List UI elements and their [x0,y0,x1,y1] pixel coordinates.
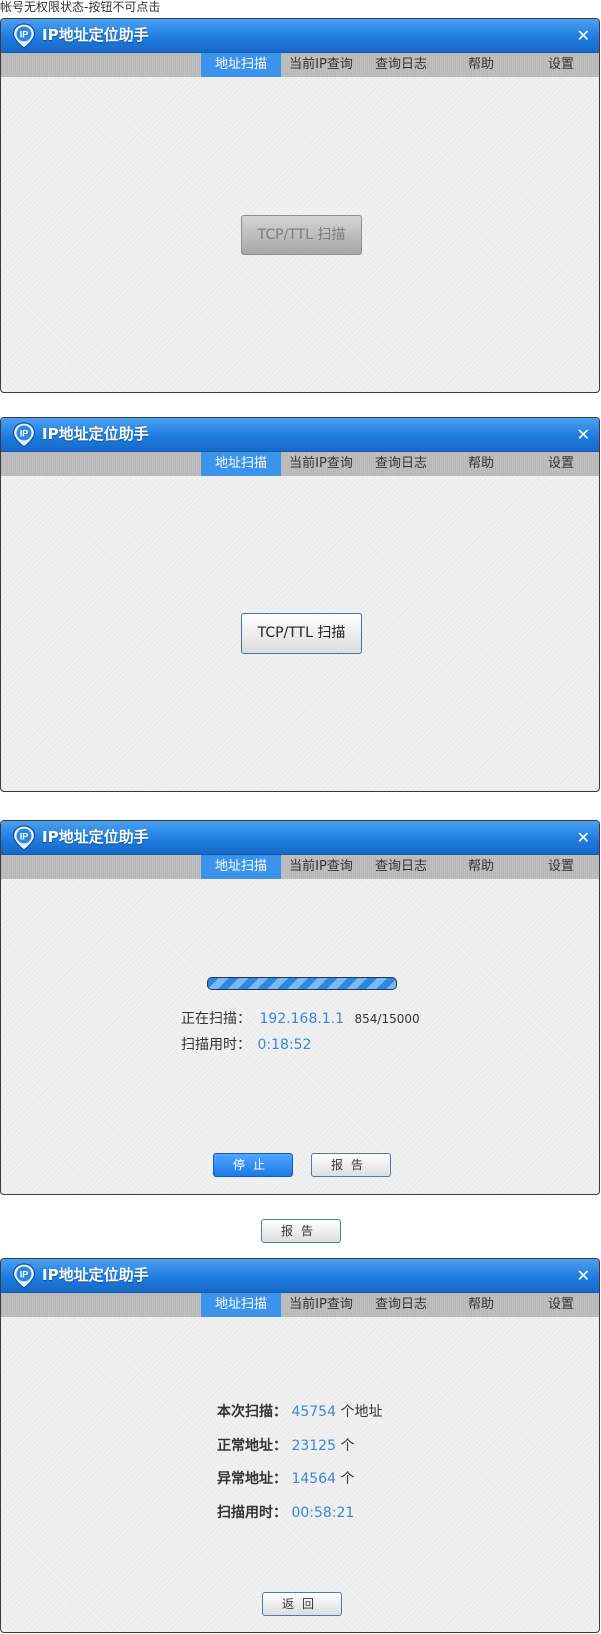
tab-settings[interactable]: 设置 [521,1293,599,1317]
logo-label: IP [20,1270,29,1280]
total-unit: 个地址 [340,1404,383,1420]
window-title: IP地址定位助手 [42,1266,149,1284]
title-bar[interactable]: IP IP地址定位助手 ✕ [1,1259,599,1293]
tab-help[interactable]: 帮助 [441,53,521,77]
tab-current-ip-query[interactable]: 当前IP查询 [281,1293,361,1317]
normal-label: 正常地址： [217,1438,287,1454]
tab-query-log[interactable]: 查询日志 [361,1293,441,1317]
report-elapsed-line: 扫描用时： 00:58:21 [217,1502,354,1522]
ip-pin-logo-icon: IP [12,1263,36,1289]
tab-address-scan[interactable]: 地址扫描 [201,1293,281,1317]
tab-query-log[interactable]: 查询日志 [361,452,441,476]
tab-help[interactable]: 帮助 [441,855,521,879]
tab-settings[interactable]: 设置 [521,452,599,476]
tab-settings[interactable]: 设置 [521,855,599,879]
tab-address-scan[interactable]: 地址扫描 [201,855,281,879]
ip-pin-logo-icon: IP [12,422,36,448]
app-window-scanning: IP IP地址定位助手 ✕ 地址扫描 当前IP查询 查询日志 帮助 设置 正在扫… [0,820,600,1195]
window-title: IP地址定位助手 [42,828,149,846]
tab-current-ip-query[interactable]: 当前IP查询 [281,53,361,77]
close-icon[interactable]: ✕ [577,1259,590,1292]
normal-value: 23125 [291,1438,336,1454]
report-elapsed-label: 扫描用时： [217,1505,287,1521]
scan-progress-bar [207,977,397,990]
window-title: IP地址定位助手 [42,26,149,44]
scan-progress-fill [208,978,396,989]
menu-bar: 地址扫描 当前IP查询 查询日志 帮助 设置 [1,53,599,77]
report-elapsed-value: 00:58:21 [291,1505,355,1521]
tab-help[interactable]: 帮助 [441,452,521,476]
scanning-ip: 192.168.1.1 [259,1011,345,1027]
close-icon[interactable]: ✕ [577,821,590,854]
stop-button[interactable]: 停止 [213,1153,293,1177]
page-caption: 帐号无权限状态-按钮不可点击 [0,0,161,14]
tab-address-scan[interactable]: 地址扫描 [201,452,281,476]
tab-current-ip-query[interactable]: 当前IP查询 [281,855,361,879]
title-bar[interactable]: IP IP地址定位助手 ✕ [1,19,599,53]
tab-settings[interactable]: 设置 [521,53,599,77]
close-icon[interactable]: ✕ [577,19,590,52]
elapsed-line: 扫描用时： 0:18:52 [181,1034,311,1054]
tcp-ttl-scan-button-disabled: TCP/TTL 扫描 [241,215,362,255]
tab-help[interactable]: 帮助 [441,1293,521,1317]
tab-address-scan[interactable]: 地址扫描 [201,53,281,77]
elapsed-value: 0:18:52 [257,1037,312,1053]
scanning-status-line: 正在扫描： 192.168.1.1 854/15000 [181,1008,420,1028]
app-window-disabled: IP IP地址定位助手 ✕ 地址扫描 当前IP查询 查询日志 帮助 设置 TCP… [0,18,600,393]
elapsed-label: 扫描用时： [181,1037,251,1053]
normal-unit: 个 [340,1438,355,1454]
abnormal-unit: 个 [340,1471,355,1487]
total-label: 本次扫描： [217,1404,287,1420]
total-scanned-line: 本次扫描： 45754 个地址 [217,1401,382,1421]
tab-query-log[interactable]: 查询日志 [361,855,441,879]
back-button[interactable]: 返回 [262,1592,342,1616]
title-bar[interactable]: IP IP地址定位助手 ✕ [1,821,599,855]
report-button-standalone[interactable]: 报告 [261,1219,341,1243]
logo-label: IP [20,30,29,40]
logo-label: IP [20,429,29,439]
menu-bar: 地址扫描 当前IP查询 查询日志 帮助 设置 [1,452,599,476]
tab-query-log[interactable]: 查询日志 [361,53,441,77]
window-title: IP地址定位助手 [42,425,149,443]
abnormal-address-line: 异常地址： 14564 个 [217,1468,354,1488]
tab-current-ip-query[interactable]: 当前IP查询 [281,452,361,476]
title-bar[interactable]: IP IP地址定位助手 ✕ [1,418,599,452]
app-window-enabled: IP IP地址定位助手 ✕ 地址扫描 当前IP查询 查询日志 帮助 设置 TCP… [0,417,600,792]
report-button[interactable]: 报告 [311,1153,391,1177]
ip-pin-logo-icon: IP [12,23,36,49]
menu-bar: 地址扫描 当前IP查询 查询日志 帮助 设置 [1,1293,599,1317]
app-window-report: IP IP地址定位助手 ✕ 地址扫描 当前IP查询 查询日志 帮助 设置 本次扫… [0,1258,600,1633]
menu-bar: 地址扫描 当前IP查询 查询日志 帮助 设置 [1,855,599,879]
close-icon[interactable]: ✕ [577,418,590,451]
scanning-label: 正在扫描： [181,1011,251,1027]
abnormal-label: 异常地址： [217,1471,287,1487]
normal-address-line: 正常地址： 23125 个 [217,1435,354,1455]
abnormal-value: 14564 [291,1471,336,1487]
tcp-ttl-scan-button[interactable]: TCP/TTL 扫描 [241,613,362,654]
total-value: 45754 [291,1404,336,1420]
ip-pin-logo-icon: IP [12,825,36,851]
logo-label: IP [20,832,29,842]
scanning-count: 854/15000 [354,1012,420,1026]
